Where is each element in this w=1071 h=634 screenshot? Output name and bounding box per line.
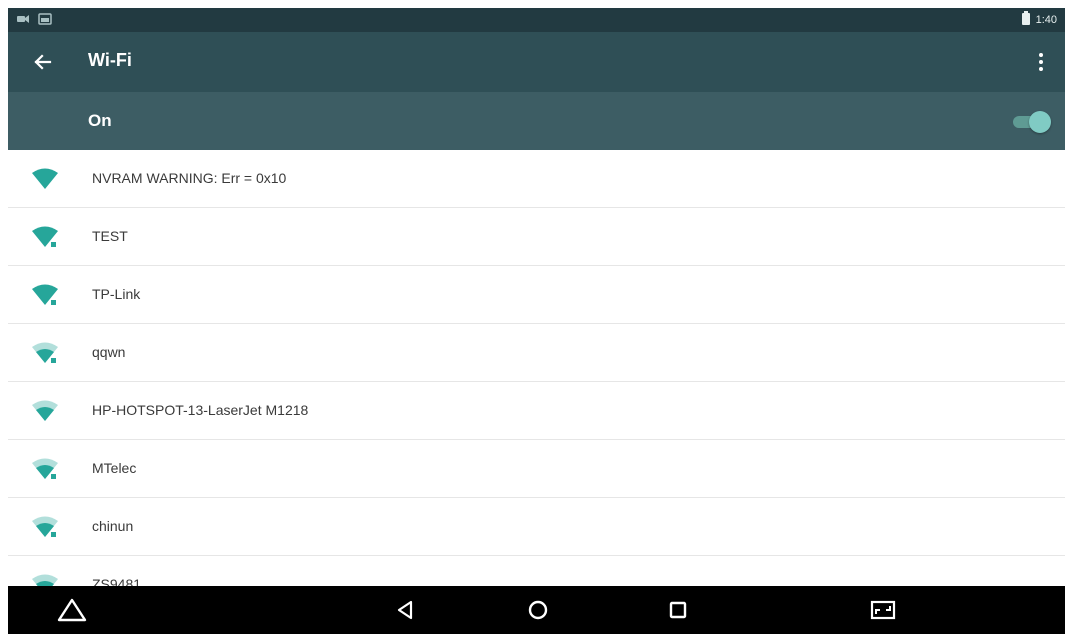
- wifi-signal-full-icon: [30, 167, 60, 191]
- back-triangle-icon[interactable]: [392, 596, 420, 624]
- network-name: chinun: [92, 518, 134, 534]
- wifi-toggle-switch[interactable]: [1013, 109, 1051, 133]
- network-row-qqwn[interactable]: qqwn: [8, 324, 1065, 382]
- status-bar: 1:40: [8, 8, 1065, 32]
- network-name: HP-HOTSPOT-13-LaserJet M1218: [92, 402, 309, 418]
- wifi-signal-medium-locked-icon: [30, 515, 60, 539]
- home-circle-icon[interactable]: [524, 596, 552, 624]
- network-row-zs9481[interactable]: ZS9481: [8, 556, 1065, 586]
- clock: 1:40: [1035, 13, 1057, 26]
- navigation-bar: [8, 586, 1065, 634]
- network-name: NVRAM WARNING: Err = 0x10: [92, 170, 287, 186]
- wifi-signal-medium-icon: [30, 573, 60, 586]
- status-icons-left: [16, 12, 52, 30]
- wifi-toggle-row[interactable]: On: [8, 92, 1065, 150]
- back-arrow-icon[interactable]: [28, 48, 56, 76]
- network-row-hp-hotspot[interactable]: HP-HOTSPOT-13-LaserJet M1218: [8, 382, 1065, 440]
- screenshot-icon[interactable]: [868, 596, 896, 624]
- recents-square-icon[interactable]: [664, 596, 692, 624]
- screenshot-icon: [38, 12, 52, 30]
- wifi-signal-medium-icon: [30, 399, 60, 423]
- network-row-mtelec[interactable]: MTelec: [8, 440, 1065, 498]
- network-row-nvram-warning[interactable]: NVRAM WARNING: Err = 0x10: [8, 150, 1065, 208]
- wifi-signal-medium-locked-icon: [30, 457, 60, 481]
- wifi-signal-full-locked-icon: [30, 225, 60, 249]
- wifi-signal-full-locked-icon: [30, 283, 60, 307]
- page-title: Wi-Fi: [88, 50, 132, 70]
- toggle-thumb: [1029, 111, 1051, 133]
- network-name: TEST: [92, 228, 128, 244]
- network-name: MTelec: [92, 460, 137, 476]
- network-name: qqwn: [92, 344, 126, 360]
- network-name: TP-Link: [92, 286, 141, 302]
- network-row-chinun[interactable]: chinun: [8, 498, 1065, 556]
- network-row-tp-link[interactable]: TP-Link: [8, 266, 1065, 324]
- status-icons-right: 1:40: [1021, 11, 1057, 28]
- wifi-signal-medium-locked-icon: [30, 341, 60, 365]
- wifi-toggle-label: On: [88, 111, 112, 130]
- network-name: ZS9481: [92, 576, 142, 586]
- network-list: NVRAM WARNING: Err = 0x10 TEST TP-Link q…: [8, 150, 1065, 586]
- battery-icon: [1021, 11, 1030, 28]
- app-bar: Wi-Fi: [8, 32, 1065, 92]
- more-options-icon[interactable]: [1029, 48, 1053, 76]
- network-row-test[interactable]: TEST: [8, 208, 1065, 266]
- home-triangle-icon[interactable]: [56, 596, 87, 624]
- notification-icon: [16, 12, 30, 30]
